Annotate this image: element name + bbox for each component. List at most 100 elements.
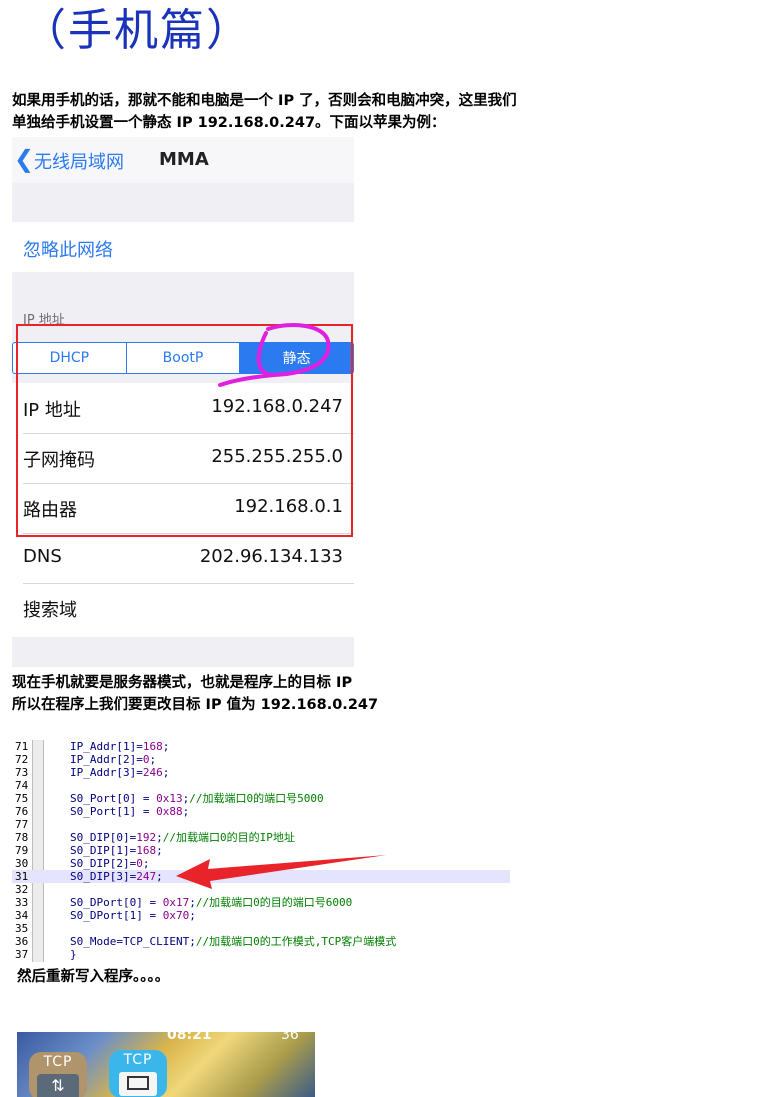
line-number: 76	[15, 805, 29, 818]
phone-home-screen-screenshot: 08:21 36 TCP ⇅ TCP	[17, 1032, 315, 1097]
code-line: 33 S0_DPort[0] = 0x17;//加载端口0的目的端口号6000	[12, 896, 510, 909]
code-comment: //加载端口0的目的端口号6000	[195, 896, 353, 909]
code-token: S0_DPort[0] =	[70, 896, 163, 909]
code-line: 77	[12, 818, 510, 831]
app-label: TCP	[43, 1054, 73, 1070]
search-domain-row[interactable]: 搜索域	[12, 583, 354, 633]
line-number: 36	[15, 935, 29, 948]
chevron-left-icon[interactable]: ❮	[14, 146, 34, 172]
pink-circle-annotation	[218, 323, 331, 387]
code-line: 75 S0_Port[0] = 0x13;//加载端口0的端口号5000	[12, 792, 510, 805]
code-line: 37}	[12, 948, 510, 961]
code-token: S0_DIP[2]=	[70, 857, 137, 870]
code-line: 36 S0_Mode=TCP_CLIENT;//加载端口0的工作模式,TCP客户端…	[12, 935, 510, 948]
network-name: MMA	[159, 149, 209, 170]
row-label: DNS	[23, 546, 62, 567]
code-token: S0_Port[0] =	[70, 792, 157, 805]
code-token: ;	[162, 766, 170, 779]
code-token: S0_DIP[0]=	[70, 831, 137, 844]
line-number: 78	[15, 831, 29, 844]
code-token: ;	[156, 870, 163, 883]
middle-line-1: 现在手机就要是服务器模式，也就是程序上的目标 IP	[12, 675, 353, 691]
code-text: S0_DIP[2]=0;	[70, 857, 149, 870]
intro-line-1: 如果用手机的话，那就不能和电脑是一个 IP 了，否则会和电脑冲突，这里我们	[12, 93, 517, 109]
code-text: S0_DIP[1]=168;	[70, 844, 163, 857]
after-text: 然后重新写入程序。。。。	[17, 969, 170, 985]
page-title: （手机篇）	[22, 5, 252, 56]
code-number: 0x13	[156, 792, 183, 805]
line-number: 74	[15, 779, 29, 792]
line-number: 35	[15, 922, 29, 935]
code-token: IP_Addr[1]=	[70, 740, 143, 753]
code-token: ;	[189, 896, 196, 909]
code-line: 76 S0_Port[1] = 0x88;	[12, 805, 510, 818]
status-battery: 36	[281, 1032, 299, 1043]
line-number: 71	[15, 740, 29, 753]
code-token: ;	[156, 831, 163, 844]
code-comment: //加载端口0的工作模式,TCP客户端模式	[195, 935, 397, 948]
monitor-icon	[119, 1072, 157, 1096]
code-token: S0_DIP[3]=	[70, 870, 137, 883]
code-token: ;	[162, 740, 170, 753]
code-text: }	[70, 948, 77, 961]
dns-row[interactable]: DNS 202.96.134.133	[12, 533, 354, 583]
code-text: S0_DIP[3]=247;	[70, 870, 163, 883]
code-text: S0_Port[0] = 0x13;//加载端口0的端口号5000	[70, 792, 324, 805]
line-number: 32	[15, 883, 29, 896]
code-line: 34 S0_DPort[1] = 0x70;	[12, 909, 510, 922]
tcp-app-icon[interactable]: TCP ⇅	[29, 1052, 87, 1097]
code-number: 192	[136, 831, 157, 844]
status-time: 08:21	[167, 1032, 212, 1043]
code-token: IP_Addr[2]=	[70, 753, 143, 766]
code-token: IP_Addr[3]=	[70, 766, 143, 779]
code-token: S0_Port[1] =	[70, 805, 157, 818]
line-number: 30	[15, 857, 29, 870]
line-number: 33	[15, 896, 29, 909]
code-token: ;	[182, 805, 190, 818]
back-button[interactable]: 无线局域网	[34, 148, 124, 174]
code-text: S0_DIP[0]=192;//加载端口0的目的IP地址	[70, 831, 295, 844]
code-number: 0x70	[162, 909, 190, 922]
line-number: 73	[15, 766, 29, 779]
red-arrow-annotation	[176, 855, 386, 889]
code-line: 72 IP_Addr[2]=0;	[12, 753, 510, 766]
line-number: 72	[15, 753, 29, 766]
arrows-icon: ⇅	[37, 1074, 79, 1097]
code-token: ;	[149, 753, 157, 766]
code-line: 73 IP_Addr[3]=246;	[12, 766, 510, 779]
code-text: S0_DPort[1] = 0x70;	[70, 909, 196, 922]
code-line: 78 S0_DIP[0]=192;//加载端口0的目的IP地址	[12, 831, 510, 844]
navigation-bar: ❮ 无线局域网 MMA	[12, 137, 354, 183]
forget-network-row[interactable]: 忽略此网络	[12, 222, 354, 272]
code-token: ;	[156, 844, 163, 857]
tcp-client-app-icon[interactable]: TCP	[109, 1050, 167, 1097]
forget-network-button[interactable]: 忽略此网络	[23, 236, 113, 262]
middle-line-2: 所以在程序上我们要更改目标 IP 值为 192.168.0.247	[12, 697, 379, 713]
code-token: S0_DPort[1] =	[70, 909, 163, 922]
code-text: IP_Addr[3]=246;	[70, 766, 169, 779]
code-comment: //加载端口0的端口号5000	[189, 792, 324, 805]
code-number: 0	[136, 857, 143, 870]
code-number: 0x17	[162, 896, 190, 909]
line-number: 31	[15, 870, 29, 883]
code-text: IP_Addr[1]=168;	[70, 740, 169, 753]
code-number: 0x88	[156, 805, 183, 818]
line-number: 77	[15, 818, 29, 831]
code-text: S0_Port[1] = 0x88;	[70, 805, 189, 818]
intro-line-2: 单独给手机设置一个静态 IP 192.168.0.247。下面以苹果为例：	[12, 115, 446, 131]
code-line: 74	[12, 779, 510, 792]
code-text: S0_Mode=TCP_CLIENT;//加载端口0的工作模式,TCP客户端模式	[70, 935, 396, 948]
row-value: 202.96.134.133	[199, 546, 343, 567]
line-number: 34	[15, 909, 29, 922]
code-token: ;	[189, 909, 196, 922]
code-token: ;	[142, 857, 150, 870]
code-number: 247	[136, 870, 157, 883]
phone-wifi-settings-screenshot: ❮ 无线局域网 MMA 忽略此网络 IP 地址 DHCP BootP 静态 IP…	[12, 137, 354, 667]
code-line: 35	[12, 922, 510, 935]
code-token: S0_Mode=TCP_CLIENT;	[70, 935, 196, 948]
row-label: 搜索域	[23, 600, 77, 621]
code-number: 168	[136, 844, 157, 857]
code-token: }	[70, 948, 77, 961]
code-comment: //加载端口0的目的IP地址	[162, 831, 295, 844]
code-text: S0_DPort[0] = 0x17;//加载端口0的目的端口号6000	[70, 896, 352, 909]
